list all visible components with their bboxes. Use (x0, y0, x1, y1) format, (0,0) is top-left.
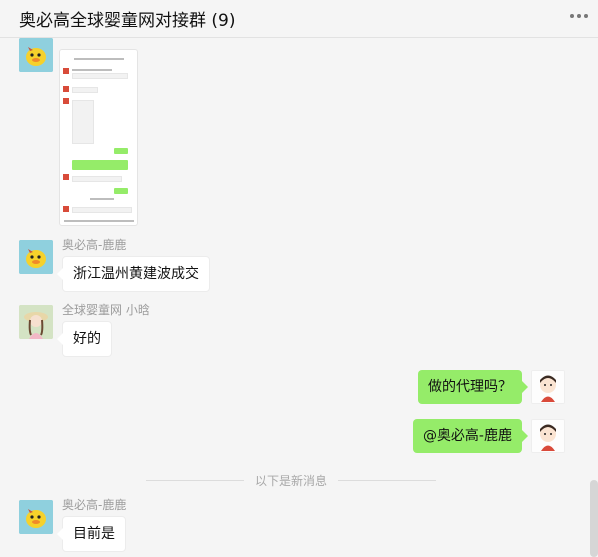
duck-avatar[interactable] (19, 38, 53, 72)
shared-screenshot-image[interactable] (59, 49, 138, 226)
message-list[interactable]: 奥必高-鹿鹿 浙江温州黄建波成交 全球婴童网 小晗 好的 做的代理吗？ @奥必高… (0, 38, 598, 557)
message-bubble[interactable]: 目前是 (57, 516, 126, 552)
sender-name: 全球婴童网 小晗 (62, 303, 150, 317)
more-options-icon[interactable] (570, 13, 588, 19)
message-bubble[interactable]: 浙江温州黄建波成交 (57, 256, 210, 292)
chat-header: 奥必高全球婴童网对接群 (9) (0, 0, 598, 38)
duck-avatar[interactable] (19, 500, 53, 534)
divider-label: 以下是新消息 (254, 474, 327, 488)
sender-name: 奥必高-鹿鹿 (62, 238, 127, 252)
duck-avatar[interactable] (19, 240, 53, 274)
message-bubble-self[interactable]: @奥必高-鹿鹿 (412, 419, 529, 453)
girl-avatar[interactable] (19, 305, 53, 339)
message-bubble-self[interactable]: 做的代理吗？ (418, 370, 528, 404)
cartoon-avatar[interactable] (531, 419, 565, 453)
chat-title: 奥必高全球婴童网对接群 (9) (19, 11, 236, 31)
new-messages-divider: 以下是新消息 (0, 472, 598, 488)
scrollbar[interactable] (590, 480, 598, 557)
sender-name: 奥必高-鹿鹿 (62, 498, 127, 512)
message-bubble[interactable]: 好的 (57, 321, 112, 357)
cartoon-avatar[interactable] (531, 370, 565, 404)
